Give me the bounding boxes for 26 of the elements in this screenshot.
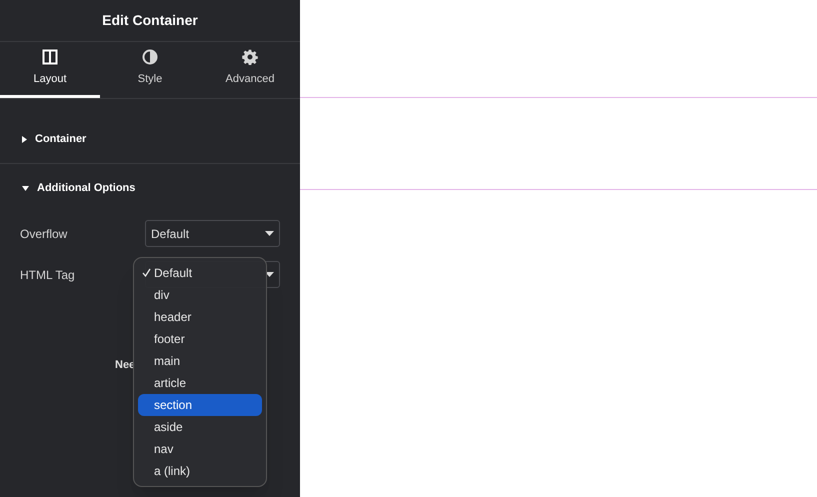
section-header[interactable]: Additional Options: [0, 164, 300, 212]
tab[interactable]: Layout: [0, 42, 100, 98]
menu-item[interactable]: nav: [138, 438, 262, 460]
caret-right-icon: [22, 136, 27, 142]
menu-item[interactable]: footer: [138, 328, 262, 350]
section-header[interactable]: Container: [0, 99, 300, 164]
settings-icon: [242, 49, 258, 66]
panel-title: Edit Container: [102, 11, 198, 30]
select-field[interactable]: Default: [145, 220, 280, 247]
contrast-icon: [142, 49, 158, 66]
caret-down-icon: [22, 186, 29, 190]
menu-item[interactable]: section: [138, 394, 262, 416]
columns-icon: [42, 49, 58, 66]
menu-item[interactable]: main: [138, 350, 262, 372]
tab[interactable]: Style: [100, 42, 200, 98]
caret-down-icon: [265, 231, 274, 236]
field-label: Overflow: [20, 226, 68, 242]
field-label: HTML Tag: [20, 266, 75, 284]
menu-item[interactable]: Default: [138, 262, 262, 284]
menu-item[interactable]: article: [138, 372, 262, 394]
menu-item[interactable]: aside: [138, 416, 262, 438]
menu-item[interactable]: a (link): [138, 460, 262, 482]
tab[interactable]: Advanced: [200, 42, 300, 98]
checkmark-icon: [142, 268, 151, 277]
menu-item[interactable]: div: [138, 284, 262, 306]
menu-item[interactable]: header: [138, 306, 262, 328]
